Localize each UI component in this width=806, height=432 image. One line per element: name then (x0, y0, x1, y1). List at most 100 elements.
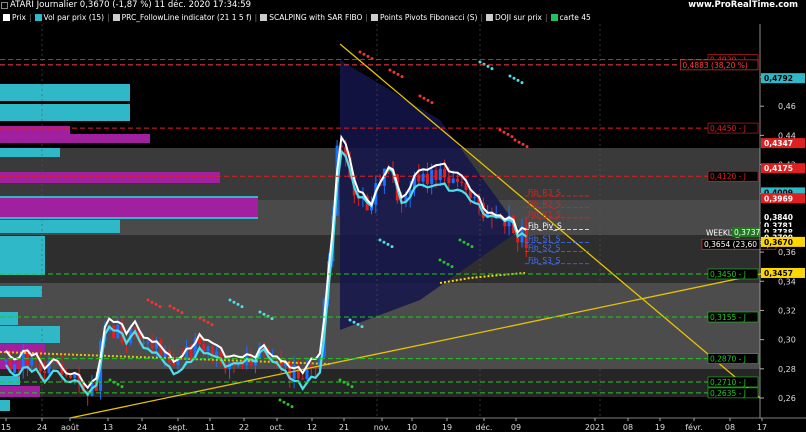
volume-bar (0, 236, 45, 275)
x-tick-label: 08 (623, 423, 633, 432)
pivot-label: Fib_Piv_S (528, 221, 562, 230)
sar-dot (350, 385, 354, 389)
sar-dot (446, 262, 450, 266)
level-label: 0,2635 - J (710, 389, 746, 398)
candle-body (112, 325, 115, 339)
sar-dot (390, 245, 394, 249)
x-tick-label: nov. (374, 423, 391, 432)
candle-body (451, 178, 455, 184)
candle-body (309, 365, 313, 367)
x-tick-label: 24 (37, 423, 47, 432)
sar-dot (120, 385, 124, 389)
sar-dot (172, 306, 176, 310)
price-chart[interactable]: 0,4920 - J0,4883 (38,20 %)0,4450 - J0,41… (0, 0, 806, 432)
price-tag-label: 0,3670 (764, 238, 793, 247)
candle-body (425, 173, 429, 184)
sar-dot (282, 400, 286, 404)
sar-dot (286, 402, 290, 406)
sar-dot (520, 81, 524, 85)
sar-dot (348, 318, 352, 322)
candle-body (17, 364, 21, 369)
sar-dot (470, 245, 474, 249)
sar-dot (290, 405, 294, 409)
sar-dot (418, 94, 422, 98)
y-tick-label: 0,34 (778, 277, 796, 286)
pivot-label: Fib_R2_S (528, 200, 561, 209)
price-tag-label: 0,4792 (764, 74, 793, 83)
level-label: 0,3450 - J (710, 270, 746, 279)
y-tick-label: 0,32 (778, 306, 796, 315)
pivot-label: Fib_R3_S (528, 188, 561, 197)
x-tick-label: déc. (476, 422, 493, 432)
sar-dot (508, 74, 512, 78)
sar-dot (502, 130, 506, 134)
sar-dot (525, 145, 529, 149)
sar-dot (352, 320, 356, 324)
volume-bar (0, 172, 220, 183)
sar-dot (517, 140, 521, 144)
sar-dot (202, 318, 206, 322)
sar-dot (513, 138, 517, 142)
sar-dot (168, 304, 172, 308)
candle-body (64, 374, 68, 376)
volume-bar (0, 312, 18, 325)
sar-dot (466, 242, 470, 246)
x-tick-label: févr. (685, 422, 703, 432)
sar-dot (400, 75, 404, 79)
sar-dot (378, 238, 382, 242)
sar-dot (206, 320, 210, 324)
sar-dot (392, 70, 396, 74)
candle-body (146, 342, 150, 344)
pivot-label: Fib_S2_S (528, 243, 561, 252)
sar-dot (462, 240, 466, 244)
sar-dot (498, 128, 502, 132)
candle-body (456, 178, 459, 182)
sar-dot (116, 382, 120, 386)
sar-dot (386, 242, 390, 246)
sar-dot (362, 52, 366, 56)
sar-dot (270, 317, 274, 321)
sar-dot (510, 135, 514, 139)
y-tick-label: 0,26 (778, 394, 796, 403)
volume-bar (0, 220, 120, 233)
candle-body (150, 342, 154, 349)
sar-dot (108, 378, 112, 382)
green-tag: 0,3737 (734, 228, 760, 237)
price-tag-label: 0,4347 (764, 139, 793, 148)
x-tick-label: août (61, 423, 79, 432)
x-tick-label: 10 (407, 423, 417, 432)
sar-dot (506, 132, 510, 136)
sar-dot (388, 68, 392, 72)
x-tick-label: 22 (239, 423, 249, 432)
sar-dot (180, 311, 184, 315)
x-tick-label: oct. (270, 423, 285, 432)
sar-dot (516, 78, 520, 82)
candle-body (202, 343, 206, 351)
sar-dot (356, 322, 360, 326)
volume-bar (0, 84, 130, 101)
sar-dot (258, 310, 262, 314)
sar-dot (240, 305, 244, 309)
sar-dot (346, 382, 350, 386)
sar-dot (512, 76, 516, 80)
sar-dot (236, 302, 240, 306)
candle-body (447, 177, 451, 184)
y-tick-label: 0,28 (778, 365, 796, 374)
candle-body (69, 375, 72, 378)
x-tick-label: 21 (339, 423, 349, 432)
candle-body (438, 168, 442, 180)
sar-dot (150, 300, 154, 304)
sar-dot (450, 265, 454, 269)
sar-dot (442, 260, 446, 264)
x-tick-label: 08 (725, 423, 735, 432)
sar-dot (422, 96, 426, 100)
x-tick-label: 19 (442, 423, 452, 432)
x-tick-label: 13 (103, 423, 113, 432)
sar-dot (396, 72, 400, 76)
sar-dot (430, 101, 434, 105)
x-tick-label: 19 (655, 423, 665, 432)
sar-dot (146, 298, 150, 302)
sar-dot (382, 240, 386, 244)
volume-bar (0, 386, 40, 397)
sar-dot (210, 323, 214, 327)
